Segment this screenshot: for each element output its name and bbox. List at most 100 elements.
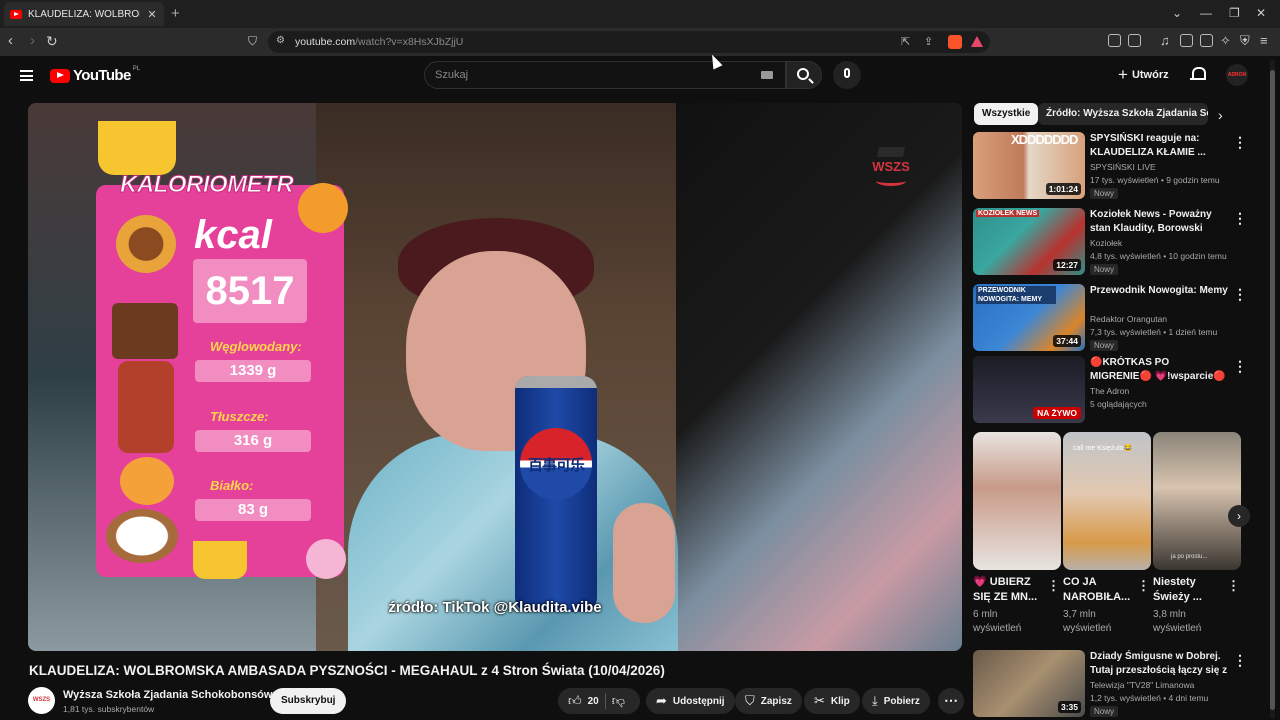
channel-name[interactable]: Wyższa Szkoła Zjadania Schokobonsów	[63, 689, 272, 701]
share-button[interactable]: ➦ Udostępnij	[646, 688, 735, 714]
list-item[interactable]: PRZEWODNIK NOWOGITA: MEMY 37:44 Przewodn…	[973, 284, 1253, 352]
video-title[interactable]: Dziady Śmigusne w Dobrej. Tutaj przeszło…	[1090, 650, 1228, 678]
more-actions-icon[interactable]: ⋯	[938, 688, 964, 714]
kebab-menu-icon[interactable]: ⋮	[1233, 134, 1247, 151]
forward-icon[interactable]: ›	[30, 33, 35, 49]
media-control-icon[interactable]: ♫	[1160, 33, 1170, 49]
video-thumbnail[interactable]: XDDDDDDD 1:01:24	[973, 132, 1085, 199]
kebab-menu-icon[interactable]: ⋮	[1233, 652, 1247, 669]
download-button[interactable]: ⤓ Pobierz	[862, 688, 930, 714]
list-item[interactable]: XDDDDDDD 1:01:24 SPYSIŃSKI reaguje na: K…	[973, 132, 1253, 200]
address-bar[interactable]: ⚙ youtube.com/watch?v=x8HsXJbZjjU ⇱ ⇪	[268, 31, 990, 53]
like-icon[interactable]: 👍︎	[568, 693, 582, 709]
chip-source[interactable]: Źródło: Wyższa Szkoła Zjadania Schokobon…	[1038, 103, 1208, 125]
short-item[interactable]: ja po prostu... Niestety Świeży ... 3,8 …	[1153, 432, 1241, 636]
sidebar-toggle-icon[interactable]	[1180, 34, 1193, 47]
new-badge: Nowy	[1090, 340, 1119, 351]
short-title[interactable]: Niestety Świeży ...	[1153, 575, 1225, 605]
search-input[interactable]: Szukaj	[424, 61, 786, 89]
leo-ai-icon[interactable]: ✧	[1220, 33, 1231, 49]
list-item[interactable]: 3:35 Dziady Śmigusne w Dobrej. Tutaj prz…	[973, 650, 1253, 718]
channel-avatar[interactable]: WSZS	[28, 687, 55, 714]
bookmark-icon[interactable]: ⛉	[248, 33, 257, 49]
chip-all[interactable]: Wszystkie	[974, 103, 1039, 125]
ice-cream-icon	[306, 539, 346, 579]
video-channel[interactable]: The Adron	[1090, 386, 1129, 396]
reload-icon[interactable]: ↻	[46, 33, 58, 49]
list-item[interactable]: NA ŻYWO 🔴KRÓTKAS PO MIGRENIE🔴 💗!wsparcie…	[973, 356, 1253, 424]
save-button[interactable]: ⛉ Zapisz	[735, 688, 802, 714]
brave-rewards-icon[interactable]	[971, 36, 983, 47]
kebab-menu-icon[interactable]: ⋮	[1233, 286, 1247, 303]
clip-button[interactable]: ✂ Klip	[804, 688, 860, 714]
browser-tab[interactable]: KLAUDELIZA: WOLBROMSKA AM ✕	[4, 2, 164, 26]
scrollbar-thumb[interactable]	[1270, 70, 1275, 710]
brave-shields-icon[interactable]	[948, 35, 962, 49]
short-item[interactable]: call me Księżulo😂 CO JA NAROBIŁA... 3,7 …	[1063, 432, 1151, 636]
voice-search-button[interactable]	[833, 61, 861, 89]
share-page-icon[interactable]: ⇪	[924, 35, 933, 48]
chips-next-icon[interactable]: ›	[1218, 107, 1223, 123]
extensions-icon[interactable]	[1108, 34, 1121, 47]
shorts-next-icon[interactable]: ›	[1228, 505, 1250, 527]
browser-menu-icon[interactable]: ≡	[1260, 33, 1268, 49]
site-settings-icon[interactable]: ⚙	[276, 35, 285, 46]
video-title[interactable]: Koziołek News - Poważny stan Klaudity, B…	[1090, 208, 1228, 236]
new-tab-icon[interactable]: +	[171, 5, 180, 22]
video-thumbnail[interactable]: PRZEWODNIK NOWOGITA: MEMY 37:44	[973, 284, 1085, 351]
video-thumbnail[interactable]: NA ŻYWO	[973, 356, 1085, 423]
search-button[interactable]	[786, 61, 822, 89]
short-title[interactable]: 💗 UBIERZ SIĘ ZE MN...	[973, 575, 1045, 605]
video-player[interactable]: 百事可乐 KALORIOMETR kcal 8517 Węglowodany: …	[28, 103, 962, 651]
wallet-icon[interactable]	[1200, 34, 1213, 47]
subscribe-button[interactable]: Subskrybuj	[270, 688, 347, 714]
short-item[interactable]: 💗 UBIERZ SIĘ ZE MN... 6 mln wyświetleń ⋮	[973, 432, 1061, 636]
list-item[interactable]: KOZIOŁEK NEWS 12:27 Koziołek News - Powa…	[973, 208, 1253, 276]
video-title[interactable]: Przewodnik Nowogita: Memy	[1090, 284, 1228, 298]
dislike-icon[interactable]: 👎︎	[612, 693, 625, 709]
video-channel[interactable]: Telewizja "TV28" Limanowa	[1090, 680, 1194, 690]
kebab-menu-icon[interactable]: ⋮	[1233, 210, 1247, 227]
vpn-icon[interactable]: ⛨	[1240, 33, 1250, 49]
open-external-icon[interactable]: ⇱	[901, 35, 910, 48]
short-thumbnail[interactable]: call me Księżulo😂	[1063, 432, 1151, 570]
like-count[interactable]: 20	[588, 696, 599, 707]
video-channel[interactable]: SPYSIŃSKI LIVE	[1090, 162, 1156, 172]
short-thumbnail[interactable]	[973, 432, 1061, 570]
create-button[interactable]: + Utwórz	[1112, 63, 1175, 87]
video-channel[interactable]: Redaktor Orangutan	[1090, 314, 1167, 324]
short-thumbnail[interactable]: ja po prostu...	[1153, 432, 1241, 570]
calorie-meter-title: KALORIOMETR	[119, 171, 294, 199]
back-icon[interactable]: ‹	[8, 33, 13, 49]
notifications-bell-icon[interactable]	[1190, 67, 1206, 82]
page-scrollbar[interactable]	[1270, 60, 1275, 718]
chicken-leg-icon	[298, 183, 348, 233]
account-avatar[interactable]: ADRON	[1226, 64, 1248, 86]
minimize-icon[interactable]: —	[1200, 6, 1212, 20]
video-title[interactable]: 🔴KRÓTKAS PO MIGRENIE🔴 💗!wsparcie🔴 !donat…	[1090, 356, 1228, 384]
kebab-menu-icon[interactable]: ⋮	[1047, 578, 1060, 594]
video-duration: 3:35	[1057, 701, 1081, 713]
short-thumbnail-text: call me Księżulo😂	[1073, 445, 1133, 452]
video-thumbnail[interactable]: 3:35	[973, 650, 1085, 717]
youtube-logo[interactable]: YouTube PL	[50, 66, 140, 84]
video-title[interactable]: SPYSIŃSKI reaguje na: KLAUDELIZA KŁAMIE …	[1090, 132, 1228, 160]
close-window-icon[interactable]: ✕	[1256, 6, 1266, 20]
maximize-icon[interactable]: ❐	[1229, 6, 1240, 20]
short-title[interactable]: CO JA NAROBIŁA...	[1063, 575, 1135, 605]
reading-list-icon[interactable]	[1128, 34, 1141, 47]
youtube-header: YouTube PL Szukaj + Utwórz ADRON	[0, 56, 1280, 98]
video-thumbnail[interactable]: KOZIOŁEK NEWS 12:27	[973, 208, 1085, 275]
kcal-value: 8517	[193, 259, 307, 323]
kebab-menu-icon[interactable]: ⋮	[1227, 578, 1240, 594]
video-channel[interactable]: Koziołek	[1090, 238, 1122, 248]
channel-watermark[interactable]: WSZS	[868, 147, 914, 186]
kebab-menu-icon[interactable]: ⋮	[1137, 578, 1150, 594]
tab-close-icon[interactable]: ✕	[146, 8, 158, 21]
tab-search-chevron-icon[interactable]: ⌄	[1172, 6, 1182, 20]
keyboard-icon[interactable]	[761, 71, 773, 79]
kebab-menu-icon[interactable]: ⋮	[1233, 358, 1247, 375]
short-views: 3,7 mln wyświetleń	[1063, 609, 1112, 634]
guide-menu-icon[interactable]	[20, 70, 33, 81]
thumbnail-text: PRZEWODNIK NOWOGITA: MEMY	[976, 286, 1056, 304]
